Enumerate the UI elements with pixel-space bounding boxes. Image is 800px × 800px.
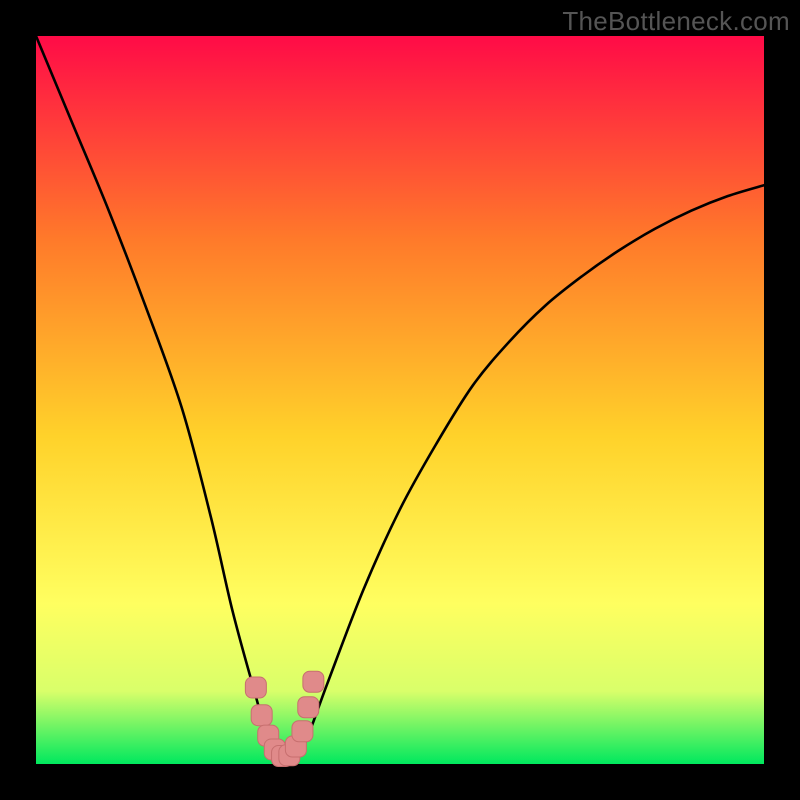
curve-marker <box>245 677 266 698</box>
curve-marker <box>303 671 324 692</box>
curve-marker <box>251 705 272 726</box>
bottleneck-chart <box>0 0 800 800</box>
curve-marker <box>292 721 313 742</box>
curve-marker <box>298 697 319 718</box>
chart-stage: TheBottleneck.com <box>0 0 800 800</box>
plot-background <box>36 36 764 764</box>
